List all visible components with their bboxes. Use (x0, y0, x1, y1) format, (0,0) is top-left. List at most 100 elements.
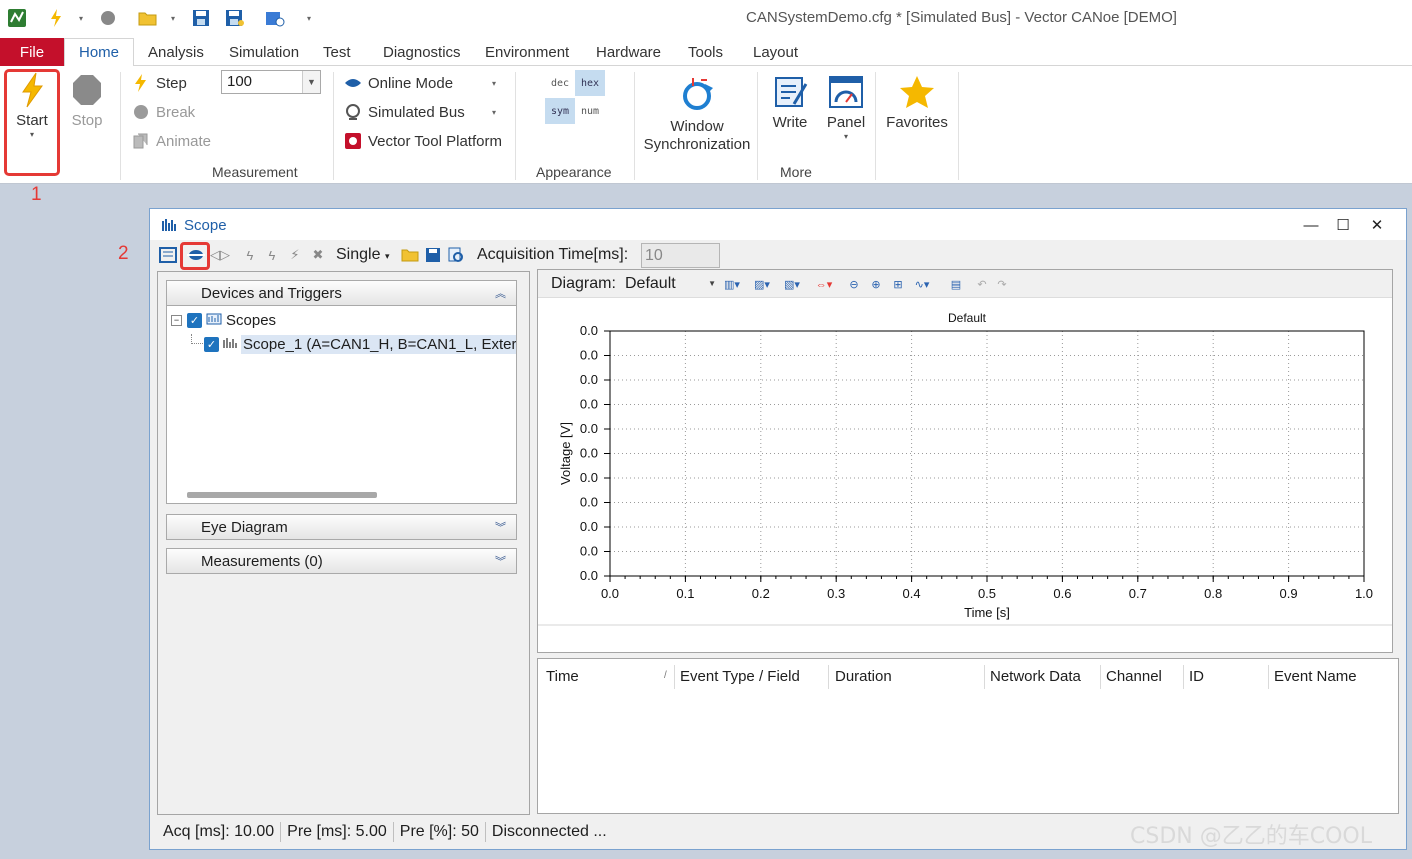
chart-type-icon[interactable]: ▥▾ (722, 276, 742, 292)
col-header-event-type[interactable]: Event Type / Field (680, 668, 800, 688)
column-separator[interactable] (828, 665, 829, 689)
write-label: Write (772, 114, 808, 131)
scope-chart[interactable]: 0.0 0.1 0.2 0.3 0.4 0.5 0.6 0.7 0.8 0.9 1.00.00.00… (538, 298, 1392, 638)
format-hex-toggle[interactable]: hex (575, 70, 605, 96)
eye-diagram-header[interactable]: Eye Diagram ︾ (166, 514, 517, 540)
format-dec-toggle[interactable]: dec (545, 70, 575, 96)
diagram-panel: Diagram: Default ▼ ▥▾ ▨▾ ▧▾ ⇔▾ ⊖ ⊕ ⊞ ∿▾ … (537, 269, 1393, 653)
chevron-down-icon[interactable]: ▾ (492, 108, 496, 117)
col-header-time[interactable]: Time (546, 668, 579, 688)
step-count-combo[interactable]: 100 ▼ (221, 70, 321, 94)
open-folder-icon[interactable] (401, 246, 419, 264)
event-table-header: Time / Event Type / Field Duration Netwo… (538, 659, 1398, 696)
zoom-fit-icon[interactable]: ⊞ (888, 276, 908, 292)
minimize-button[interactable]: — (1296, 215, 1326, 235)
tab-test[interactable]: Test (323, 38, 351, 66)
y-tick-label: 0.0 (580, 397, 598, 412)
tab-hardware[interactable]: Hardware (596, 38, 661, 66)
col-header-network-data[interactable]: Network Data (990, 668, 1081, 688)
favorites-button[interactable]: Favorites (884, 74, 950, 132)
devices-triggers-header[interactable]: Devices and Triggers ︽ (166, 280, 517, 306)
menu-file[interactable]: File (0, 38, 64, 66)
animate-icon (132, 132, 150, 150)
y-tick-label: 0.0 (580, 372, 598, 387)
measure-cursor-icon[interactable]: ⇔▾ (814, 276, 834, 292)
panel-button[interactable]: Panel ▾ (824, 74, 868, 141)
write-button[interactable]: Write (768, 74, 812, 132)
quick-start-icon[interactable] (46, 8, 66, 28)
chevron-down-icon[interactable]: ▾ (844, 132, 848, 141)
undo-icon[interactable]: ↶ (972, 276, 992, 292)
maximize-button[interactable]: ☐ (1328, 215, 1358, 235)
tab-tools[interactable]: Tools (688, 38, 723, 66)
save-data-icon[interactable] (424, 246, 442, 264)
scope-disconnect-icon[interactable]: ◁▷ (210, 246, 230, 264)
col-header-duration[interactable]: Duration (835, 668, 892, 688)
config-icon[interactable] (264, 8, 286, 28)
column-separator[interactable] (674, 665, 675, 689)
col-header-id[interactable]: ID (1189, 668, 1204, 688)
tab-analysis[interactable]: Analysis (148, 38, 204, 66)
tab-home[interactable]: Home (64, 38, 135, 67)
y-tick-label: 0.0 (580, 446, 598, 461)
chevron-down-icon[interactable]: ▼ (302, 71, 320, 93)
force-trigger-icon[interactable]: ⚡ (286, 246, 304, 264)
acquisition-mode-dropdown[interactable]: Single ▾ (336, 246, 389, 264)
search-data-icon[interactable] (447, 246, 465, 264)
vector-tool-platform-button[interactable]: Vector Tool Platform (344, 130, 502, 152)
x-tick-label: 0.9 (1280, 586, 1298, 601)
chart-layout-icon[interactable]: ▨▾ (752, 276, 772, 292)
save-icon[interactable] (190, 8, 212, 28)
save-as-icon[interactable] (224, 8, 246, 28)
acquisition-time-label: Acquisition Time[ms]: (477, 246, 629, 263)
online-mode-button[interactable]: Online Mode ▾ (344, 72, 496, 94)
stop-trigger-icon[interactable]: ✖ (309, 246, 327, 264)
open-dropdown-icon[interactable]: ▾ (168, 8, 178, 28)
break-button[interactable]: Break (132, 101, 195, 123)
measurements-header[interactable]: Measurements (0) ︾ (166, 548, 517, 574)
tree-horizontal-scrollbar[interactable] (187, 492, 377, 498)
signal-icon[interactable]: ∿▾ (912, 276, 932, 292)
col-header-channel[interactable]: Channel (1106, 668, 1162, 688)
quick-start-dropdown-icon[interactable]: ▾ (76, 8, 86, 28)
step-button[interactable]: Step (132, 72, 187, 94)
simulated-bus-button[interactable]: Simulated Bus ▾ (344, 101, 496, 123)
chart-axes-icon[interactable]: ▧▾ (782, 276, 802, 292)
zoom-in-icon[interactable]: ⊕ (866, 276, 886, 292)
close-button[interactable]: ✕ (1362, 215, 1392, 235)
redo-icon[interactable]: ↷ (992, 276, 1012, 292)
col-header-event-name[interactable]: Event Name (1274, 668, 1357, 688)
acquisition-time-input[interactable]: 10 (641, 243, 720, 268)
tab-layout[interactable]: Layout (753, 38, 798, 66)
scope-settings-icon[interactable] (159, 246, 177, 264)
open-folder-icon[interactable] (137, 8, 159, 28)
zoom-out-icon[interactable]: ⊖ (844, 276, 864, 292)
collapse-icon[interactable]: − (171, 314, 182, 326)
x-tick-label: 0.3 (827, 586, 845, 601)
chart-title: Default (948, 311, 987, 325)
column-separator[interactable] (1100, 665, 1101, 689)
column-separator[interactable] (1268, 665, 1269, 689)
customize-dropdown-icon[interactable]: ▾ (304, 8, 314, 28)
trigger-all-icon[interactable]: ϟ (263, 246, 281, 264)
animate-button[interactable]: Animate (132, 130, 211, 152)
tab-simulation[interactable]: Simulation (229, 38, 299, 66)
scopes-checkbox[interactable]: ✓ (187, 312, 202, 328)
column-separator[interactable] (984, 665, 985, 689)
tree-node-scope-1[interactable]: ✓ Scope_1 (A=CAN1_H, B=CAN1_L, Extern (191, 333, 516, 355)
window-synchronization-button[interactable]: Window Synchronization (643, 74, 751, 154)
format-sym-toggle[interactable]: sym (545, 98, 575, 124)
export-icon[interactable]: ▤ (946, 276, 966, 292)
column-separator[interactable] (1183, 665, 1184, 689)
format-num-toggle[interactable]: num (575, 98, 605, 124)
scope-1-checkbox[interactable]: ✓ (204, 336, 219, 352)
diagram-select[interactable]: Default ▼ (621, 273, 718, 295)
ribbon-separator (757, 72, 758, 180)
quick-stop-icon[interactable] (98, 8, 118, 28)
tree-node-scopes[interactable]: − ✓ Scopes (171, 309, 276, 331)
tab-diagnostics[interactable]: Diagnostics (383, 38, 461, 66)
chevron-down-icon[interactable]: ▾ (492, 79, 496, 88)
tab-environment[interactable]: Environment (485, 38, 569, 66)
stop-button[interactable]: Stop (66, 72, 108, 130)
trigger-icon[interactable]: ϟ (241, 246, 259, 264)
